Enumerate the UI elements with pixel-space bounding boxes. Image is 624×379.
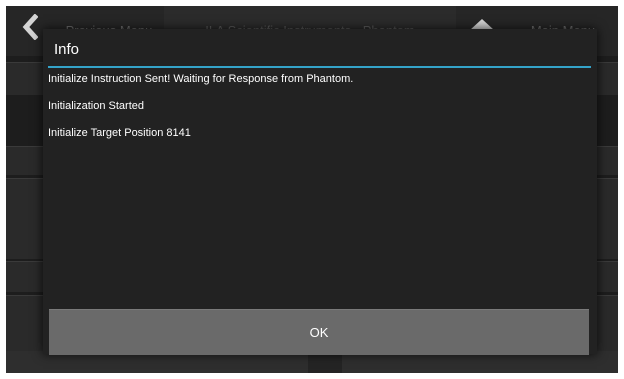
- chevron-left-icon: [22, 13, 39, 48]
- dialog-message: Initialize Instruction Sent! Waiting for…: [48, 73, 354, 85]
- dialog-message-list: Initialize Instruction Sent! Waiting for…: [48, 69, 588, 150]
- dialog-divider: [48, 66, 591, 68]
- dialog-message: Initialization Started: [48, 100, 144, 112]
- dialog-message: Initialize Target Position 8141: [48, 127, 191, 139]
- app-screen: Previous Menu ILA Scientific Instruments…: [6, 6, 618, 373]
- ok-button[interactable]: OK: [49, 309, 589, 355]
- info-dialog: Info Initialize Instruction Sent! Waitin…: [43, 29, 597, 355]
- dialog-title: Info: [54, 41, 80, 58]
